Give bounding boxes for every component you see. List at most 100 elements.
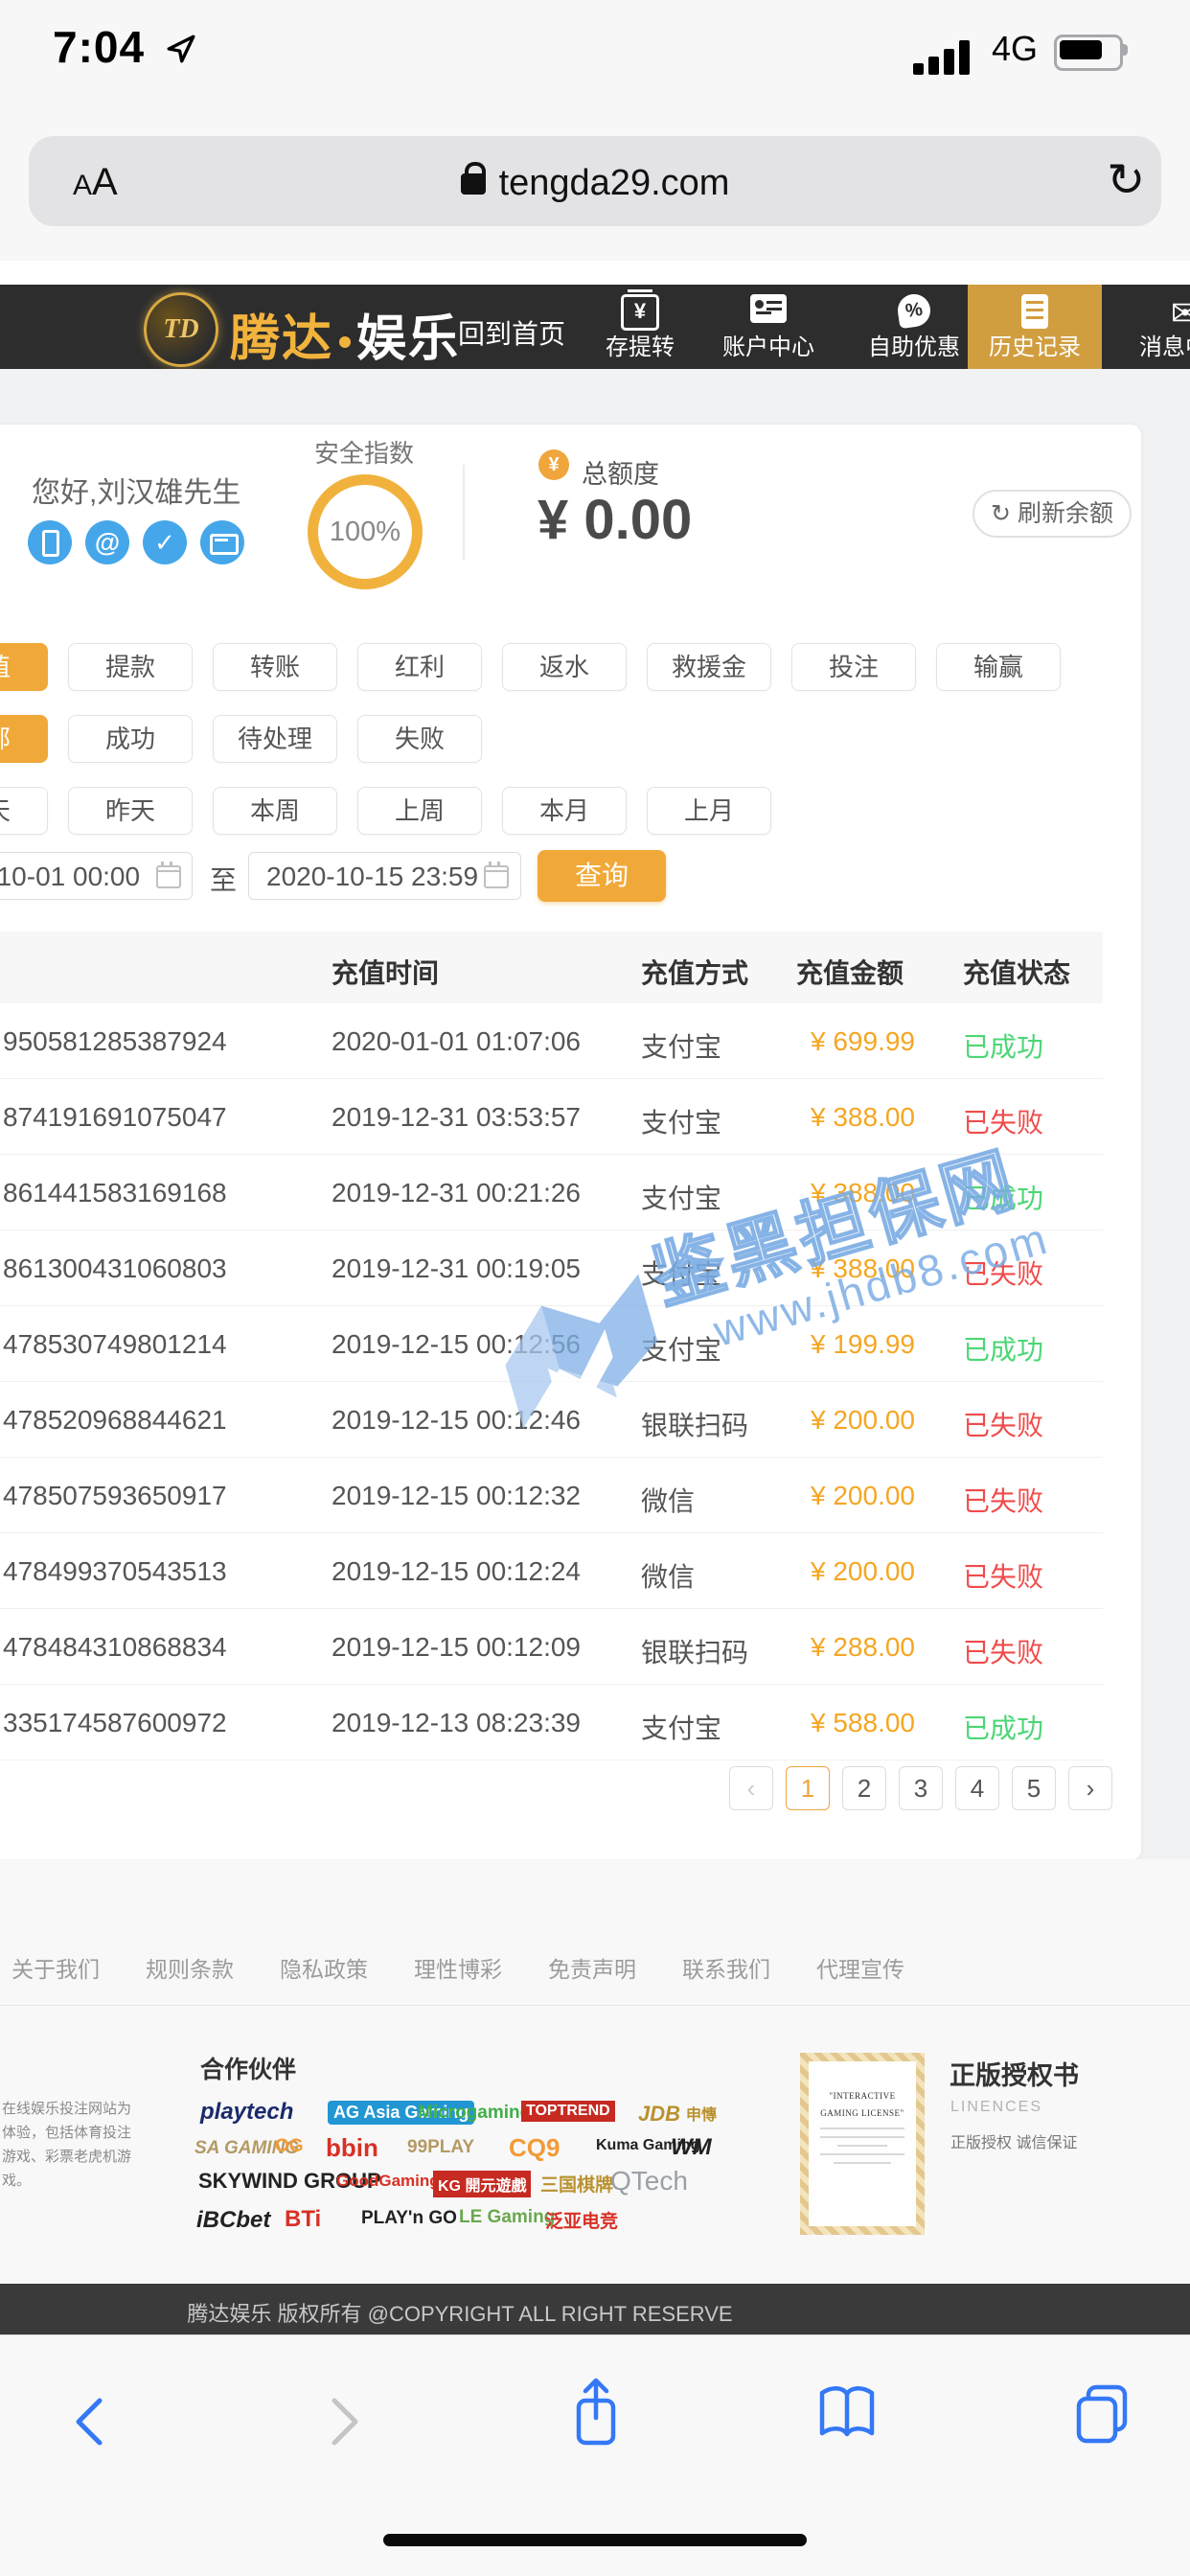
- table-body: 9505812853879242020-01-01 01:07:06支付宝¥ 6…: [0, 1003, 1103, 1760]
- refresh-balance-button[interactable]: ↻ 刷新余额: [973, 490, 1132, 538]
- phone-icon[interactable]: [28, 520, 72, 564]
- filter-date-lastmonth[interactable]: 上月: [647, 787, 771, 835]
- nav-item-promotions[interactable]: % 自助优惠: [855, 285, 973, 369]
- filter-row-dates: 今天 昨天 本周 上周 本月 上月: [0, 787, 771, 835]
- table-row: 9505812853879242020-01-01 01:07:06支付宝¥ 6…: [0, 1003, 1103, 1079]
- nav-item-history-active[interactable]: 历史记录: [968, 285, 1102, 369]
- logo-og: OG: [275, 2136, 304, 2157]
- total-balance-label: 总额度: [582, 453, 659, 491]
- footer-link-rules[interactable]: 规则条款: [146, 1951, 234, 1984]
- status-badge: 已成功: [963, 1708, 1043, 1746]
- status-badge: 已失败: [963, 1254, 1043, 1292]
- footer-link-privacy[interactable]: 隐私政策: [280, 1951, 368, 1984]
- share-button[interactable]: [569, 2374, 623, 2450]
- logo-kaiyuan: KG 開元遊戲: [433, 2171, 531, 2197]
- logo-ibcbet: iBCbet: [196, 2207, 270, 2234]
- brand-logo-icon[interactable]: TD: [144, 292, 218, 367]
- status-badge: 已成功: [963, 1026, 1043, 1065]
- license-certificate-image: "INTERACTIVE GAMING LICENSE": [800, 2053, 925, 2235]
- verification-icons: @ ✓: [28, 520, 244, 564]
- partners-title: 合作伙伴: [200, 2051, 296, 2085]
- filter-type-bonus[interactable]: 红利: [357, 643, 482, 691]
- table-row: 4785209688446212019-12-15 00:12:46银联扫码¥ …: [0, 1382, 1103, 1458]
- email-at-icon[interactable]: @: [85, 520, 129, 564]
- col-recharge-method: 充值方式: [641, 953, 748, 991]
- page-5-button[interactable]: 5: [1012, 1766, 1056, 1810]
- money-box-icon: ¥: [581, 294, 699, 333]
- filter-date-thismonth[interactable]: 本月: [502, 787, 627, 835]
- shield-check-icon[interactable]: ✓: [143, 520, 187, 564]
- table-row: 4785307498012142019-12-15 00:12:56支付宝¥ 1…: [0, 1306, 1103, 1382]
- page-prev-button[interactable]: ‹: [729, 1766, 773, 1810]
- nav-item-account-center[interactable]: 账户中心: [709, 285, 828, 369]
- bank-card-icon[interactable]: [200, 520, 244, 564]
- status-time: 7:04: [53, 21, 145, 73]
- back-button[interactable]: [67, 2393, 113, 2450]
- footer-link-about[interactable]: 关于我们: [11, 1951, 100, 1984]
- back-to-home-link[interactable]: 回到首页: [458, 313, 565, 352]
- filter-type-bet[interactable]: 投注: [791, 643, 916, 691]
- logo-sunbet: 申慱: [686, 2102, 717, 2125]
- logo-bti: BTi: [285, 2206, 321, 2233]
- page-next-button[interactable]: ›: [1068, 1766, 1112, 1810]
- filter-date-yesterday[interactable]: 昨天: [68, 787, 193, 835]
- filter-type-transfer[interactable]: 转账: [213, 643, 337, 691]
- license-tagline: 正版授权 诚信保证: [950, 2129, 1077, 2152]
- footer-link-agent[interactable]: 代理宣传: [816, 1951, 904, 1984]
- logo-jdb: JDB: [638, 2102, 680, 2127]
- status-badge: 已成功: [963, 1178, 1043, 1216]
- logo-playngo: PLAY'n GO: [361, 2208, 457, 2229]
- logo-qtech: QTech: [610, 2166, 688, 2196]
- filter-status-success[interactable]: 成功: [68, 715, 193, 763]
- filter-type-recharge-active[interactable]: 充值: [0, 643, 48, 691]
- home-indicator[interactable]: [383, 2534, 807, 2546]
- domain-text: tengda29.com: [499, 163, 730, 203]
- filter-type-rebate[interactable]: 返水: [502, 643, 627, 691]
- page-3-button[interactable]: 3: [899, 1766, 943, 1810]
- bookmarks-button[interactable]: [816, 2385, 878, 2443]
- logo-wm: WM: [671, 2134, 712, 2161]
- col-recharge-status: 充值状态: [963, 953, 1070, 991]
- forward-button[interactable]: [321, 2393, 367, 2450]
- history-panel: 您好,刘汉雄先生 @ ✓ 安全指数 100% ¥ 总额度 ¥ 0.00 ↻ 刷新…: [0, 424, 1142, 1861]
- footer-link-disclaimer[interactable]: 免责声明: [548, 1951, 636, 1984]
- col-recharge-amount: 充值金额: [796, 953, 904, 991]
- page-4-button[interactable]: 4: [955, 1766, 999, 1810]
- battery-icon: [1054, 34, 1123, 71]
- footer-link-responsible[interactable]: 理性博彩: [414, 1951, 502, 1984]
- to-label: 至: [210, 860, 237, 898]
- footer-link-contact[interactable]: 联系我们: [682, 1951, 770, 1984]
- table-header: 充值时间 充值方式 充值金额 充值状态: [0, 932, 1103, 1003]
- divider: [463, 465, 465, 561]
- nav-item-deposit-transfer[interactable]: ¥ 存提转: [581, 285, 699, 369]
- reload-button[interactable]: ↻: [1107, 153, 1145, 207]
- logo-goodgaming: GoodGaming: [336, 2172, 440, 2191]
- logo-microgaming: Microgaming: [418, 2103, 531, 2124]
- search-button[interactable]: 查询: [538, 850, 666, 902]
- filter-date-today[interactable]: 今天: [0, 787, 48, 835]
- table-row: 8741916910750472019-12-31 03:53:57支付宝¥ 3…: [0, 1079, 1103, 1155]
- filter-type-rescue[interactable]: 救援金: [647, 643, 771, 691]
- filter-row-status: 全部 成功 待处理 失败: [0, 715, 482, 763]
- url-display[interactable]: tengda29.com: [0, 163, 1190, 204]
- filter-type-withdraw[interactable]: 提款: [68, 643, 193, 691]
- nav-item-message-center[interactable]: ✉ 消息中心: [1123, 285, 1190, 369]
- iphone-screen: 7:04 4G Atengda29.comA tengda29.com ↻ TD…: [0, 0, 1190, 2576]
- filter-date-lastweek[interactable]: 上周: [357, 787, 482, 835]
- status-badge: 已失败: [963, 1632, 1043, 1670]
- filter-status-all-active[interactable]: 全部: [0, 715, 48, 763]
- logo-99play: 99PLAY: [407, 2137, 474, 2158]
- page-1-button[interactable]: 1: [786, 1766, 830, 1810]
- filter-type-winloss[interactable]: 输赢: [936, 643, 1061, 691]
- license-title: 正版授权书: [950, 2055, 1079, 2092]
- date-to-input[interactable]: 2020-10-15 23:59: [248, 852, 521, 900]
- filter-status-pending[interactable]: 待处理: [213, 715, 337, 763]
- id-card-icon: [709, 294, 828, 333]
- filter-date-thisweek[interactable]: 本周: [213, 787, 337, 835]
- page-2-button[interactable]: 2: [842, 1766, 886, 1810]
- brand-name[interactable]: 腾达娱乐: [230, 298, 460, 369]
- battery-tip: [1123, 44, 1128, 56]
- tabs-button[interactable]: [1071, 2381, 1133, 2445]
- filter-status-failed[interactable]: 失败: [357, 715, 482, 763]
- col-recharge-time: 充值时间: [332, 953, 439, 991]
